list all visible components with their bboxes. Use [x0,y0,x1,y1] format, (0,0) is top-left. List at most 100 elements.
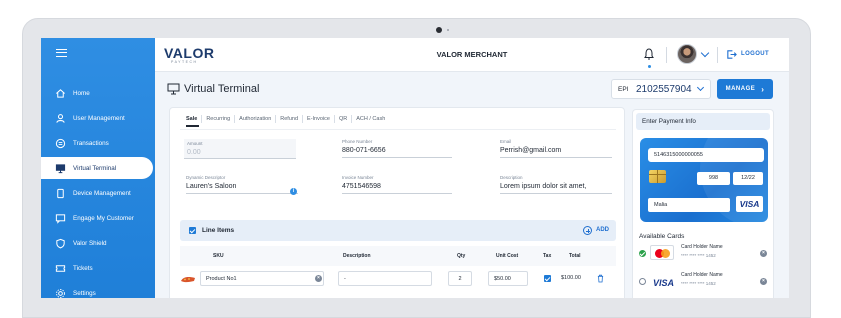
sidebar-item-transactions[interactable]: Transactions [41,132,155,154]
tab-e-invoice[interactable]: E-Invoice [303,115,335,123]
sidebar-item-label: Tickets [73,264,93,272]
webcam-indicator [447,29,449,31]
bell-icon[interactable] [643,47,655,61]
total-value: $100.00 [561,275,581,281]
sidebar-item-label: User Management [73,114,125,122]
sidebar-item-device-management[interactable]: Device Management [41,182,155,204]
notification-dot [648,65,651,68]
tab-refund[interactable]: Refund [276,115,304,123]
line-items-checkbox[interactable] [189,227,196,234]
saved-card-name: Card Holder Name [681,272,723,278]
add-icon[interactable] [583,226,592,235]
card-chip-icon [649,170,666,183]
chevron-down-icon [696,83,705,92]
amount-label: Amount [187,141,203,146]
monitor-icon [55,163,66,174]
amount-field[interactable]: Amount 0.00 [184,139,296,159]
phone-field[interactable]: Phone Number 880-071-6656 [342,139,452,158]
sku-value: Product No1 [206,276,237,282]
settings-icon [55,288,66,299]
qty-input[interactable]: 2 [448,271,472,286]
tab-recurring[interactable]: Recurring [202,115,236,123]
unit-cost-value: $50.00 [494,276,511,282]
transactions-icon [55,138,66,149]
email-field[interactable]: Email Perrish@gmail.com [500,139,612,158]
cvv-field[interactable]: 998 [697,172,730,185]
dynamic-descriptor-field[interactable]: Dynamic Descriptor Lauren's Saloon [186,175,298,194]
epi-value: 2102557904 [636,84,692,95]
app-screen: Home User Management Transactions Virtua… [41,38,789,298]
column-header: Qty [457,253,466,259]
item-description-value: - [344,276,346,282]
clear-icon[interactable]: × [315,275,322,282]
sidebar: Home User Management Transactions Virtua… [41,38,155,298]
sidebar-item-label: Valor Shield [73,239,107,247]
sidebar-item-valor-shield[interactable]: Valor Shield [41,232,155,254]
sidebar-item-tickets[interactable]: Tickets [41,257,155,279]
radio-unselected-icon[interactable] [639,278,646,285]
tab-ach-cash[interactable]: ACH / Cash [352,115,389,123]
card-number-field[interactable]: 5146315000000055 [648,148,764,162]
column-header: Total [569,253,581,259]
manage-label: MANAGE [725,86,756,92]
info-icon[interactable]: i [290,188,297,195]
sidebar-item-engage-my-customer[interactable]: Engage My Customer [41,207,155,229]
hamburger-menu-icon[interactable] [56,49,67,57]
cardholder-name-field[interactable]: Malia [648,198,730,212]
saved-card-item[interactable]: Card Holder Name **** **** **** 1452 × [637,242,771,264]
tab-qr[interactable]: QR [335,115,353,123]
trash-icon[interactable] [597,274,604,283]
tax-checkbox[interactable] [544,275,551,282]
amount-value: 0.00 [187,149,201,156]
unit-cost-input[interactable]: $50.00 [488,271,528,286]
email-value: Perrish@gmail.com [500,147,562,154]
line-items-header: Line Items ADD [180,220,616,241]
epi-label: EPI [618,86,629,93]
monitor-icon [167,83,180,95]
sidebar-item-label: Device Management [73,189,131,197]
invoice-number-field[interactable]: Invoice Number 4751546598 [342,175,452,194]
column-header: Unit Cost [496,253,519,259]
active-tab-indicator [186,125,199,127]
description-input[interactable]: - [338,271,432,286]
visa-logo: VISA [736,196,763,212]
home-icon [55,88,66,99]
expiry-field[interactable]: 12/22 [733,172,763,185]
payment-panel: Enter Payment Info 5146315000000055 998 … [632,109,774,298]
divider [180,129,616,130]
sidebar-item-home[interactable]: Home [41,82,155,104]
saved-card-item[interactable]: VISA Card Holder Name **** **** **** 145… [637,270,771,292]
remove-card-icon[interactable]: × [760,250,767,257]
sidebar-item-virtual-terminal[interactable]: Virtual Terminal [41,157,153,179]
webcam-icon [436,27,442,33]
payment-panel-title: Enter Payment Info [636,113,770,130]
avatar[interactable] [677,44,697,64]
transaction-tabs: Sale Recurring Authorization Refund E-In… [186,115,389,123]
sku-input[interactable]: Product No1 [200,271,324,286]
sidebar-item-user-management[interactable]: User Management [41,107,155,129]
tab-sale[interactable]: Sale [186,115,203,123]
logout-link[interactable]: LOGOUT [741,51,769,57]
epi-select[interactable]: EPI 2102557904 [611,79,711,99]
divider [666,47,667,63]
available-cards-title: Available Cards [639,233,685,240]
tab-authorization[interactable]: Authorization [235,115,277,123]
description-field[interactable]: Description Lorem ipsum dolor sit amet, [500,175,612,194]
sidebar-item-label: Engage My Customer [73,214,134,222]
sidebar-item-label: Virtual Terminal [73,164,117,172]
description-label: Description [500,175,523,180]
manage-button[interactable]: MANAGE › [717,79,773,99]
add-line-item-button[interactable]: ADD [596,227,609,233]
saved-card-number: **** **** **** 1452 [681,253,716,258]
descriptor-value: Lauren's Saloon [186,183,237,190]
invoice-value: 4751546598 [342,183,381,190]
column-header: Tax [543,253,552,259]
visa-logo: VISA [653,278,675,288]
table-header: SKU Description Qty Unit Cost Tax Total [180,246,616,266]
remove-card-icon[interactable]: × [760,278,767,285]
logout-icon[interactable] [726,49,737,60]
invoice-label: Invoice Number [342,175,374,180]
descriptor-label: Dynamic Descriptor [186,175,226,180]
page-title: Virtual Terminal [184,83,260,95]
radio-selected-icon[interactable] [639,250,646,257]
